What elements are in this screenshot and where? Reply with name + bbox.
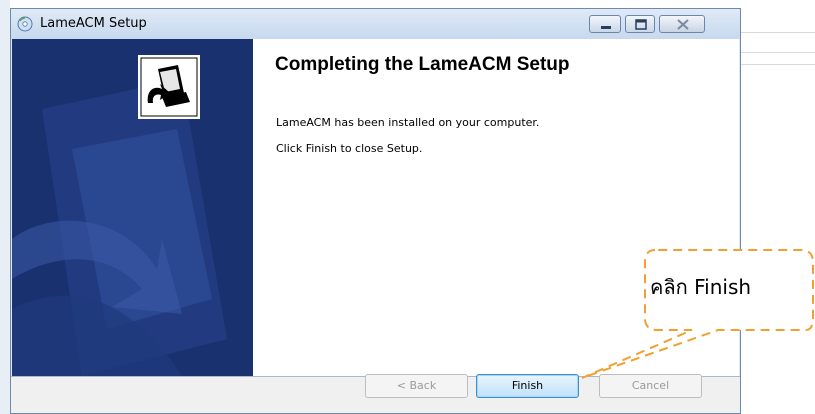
callout-text: คลิก Finish — [650, 275, 752, 299]
callout-bubble — [581, 249, 814, 379]
